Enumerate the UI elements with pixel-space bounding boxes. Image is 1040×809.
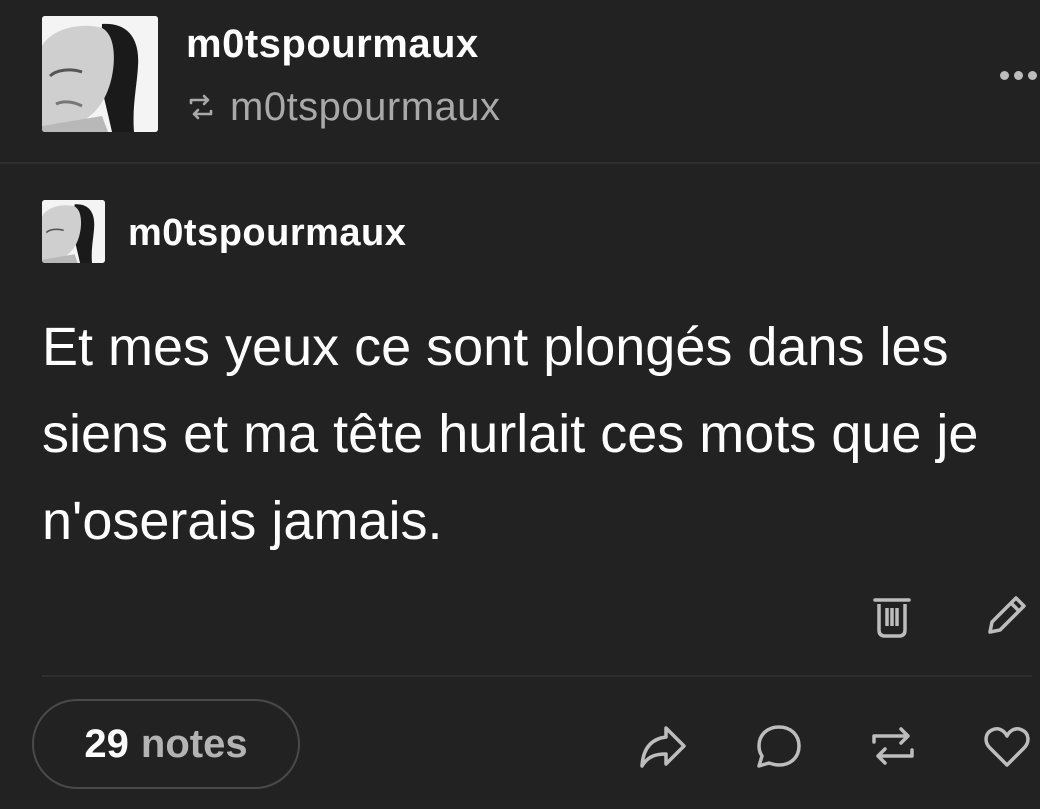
avatar-image bbox=[42, 200, 105, 263]
trash-icon[interactable] bbox=[872, 594, 912, 638]
avatar[interactable] bbox=[42, 16, 158, 132]
post-body-text: Et mes yeux ce sont plongés dans les sie… bbox=[42, 317, 979, 551]
pencil-icon[interactable] bbox=[984, 594, 1028, 638]
dot bbox=[1014, 70, 1023, 80]
reblogged-from-name: m0tspourmaux bbox=[230, 84, 501, 129]
heart-icon[interactable] bbox=[982, 722, 1032, 770]
share-icon[interactable] bbox=[638, 722, 688, 770]
reply-icon[interactable] bbox=[754, 722, 804, 770]
dot bbox=[1000, 70, 1009, 80]
post-header: m0tspourmaux m0tspourmaux bbox=[0, 0, 1040, 164]
post-author-name[interactable]: m0tspourmaux bbox=[128, 212, 406, 255]
footer-divider bbox=[42, 675, 1032, 677]
notes-label: notes bbox=[140, 721, 248, 766]
notes-count: 29 bbox=[84, 721, 129, 766]
notes-button[interactable]: 29 notes bbox=[32, 699, 300, 789]
more-dots-icon[interactable] bbox=[1000, 62, 1040, 88]
reblog-icon bbox=[189, 94, 213, 120]
author-avatar[interactable] bbox=[42, 200, 105, 263]
avatar-image bbox=[42, 16, 158, 132]
reblog-icon[interactable] bbox=[868, 722, 918, 770]
reblogged-from[interactable]: m0tspourmaux bbox=[186, 84, 501, 130]
blog-name[interactable]: m0tspourmaux bbox=[186, 22, 479, 67]
dot bbox=[1028, 70, 1037, 80]
